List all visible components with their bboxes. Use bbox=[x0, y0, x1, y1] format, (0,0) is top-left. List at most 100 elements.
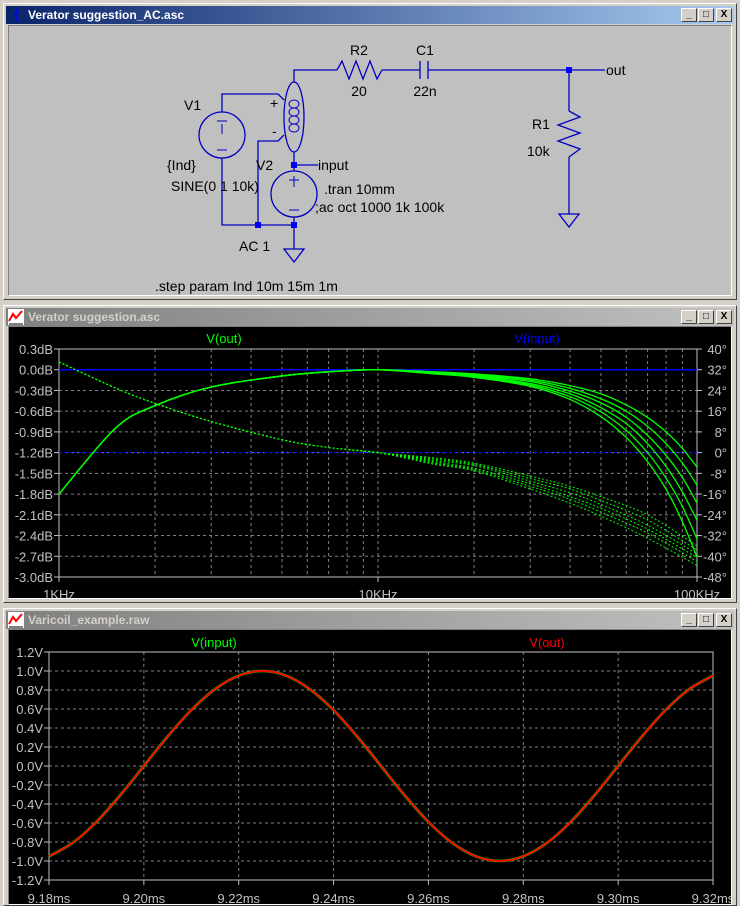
net-out-label[interactable]: out bbox=[606, 62, 626, 78]
step-directive[interactable]: .step param Ind 10m 15m 1m bbox=[155, 278, 338, 294]
x-tick-label: 9.28ms bbox=[502, 891, 545, 905]
ac-plot-pane[interactable]: V(out) V(input) 0.3dB 40° 0.0dB 32° -0.3dB 24… bbox=[8, 326, 732, 599]
legend-v-input[interactable]: V(input) bbox=[514, 331, 560, 346]
net-input-label[interactable]: input bbox=[318, 157, 348, 173]
y-tick-label: 0.0dB bbox=[19, 363, 53, 378]
schematic-title-bar[interactable]: Verator suggestion_AC.asc _ □ X bbox=[6, 6, 734, 24]
y-tick-label: -0.4V bbox=[12, 797, 43, 812]
tran-plot-pane[interactable]: V(input) V(out) 9.18ms 9.20ms 9.22ms 9.24ms… bbox=[8, 629, 732, 905]
maximize-button[interactable]: □ bbox=[698, 8, 714, 22]
waveform-app-icon bbox=[8, 309, 24, 325]
ac-directive[interactable]: ;ac oct 1000 1k 100k bbox=[315, 199, 445, 215]
v2-value[interactable]: SINE(0 1 10k) bbox=[171, 178, 259, 194]
y-tick-label: 0.4V bbox=[16, 721, 43, 736]
tran-plot-window-title: Varicoil_example.raw bbox=[28, 613, 150, 627]
v2-name[interactable]: V2 bbox=[256, 157, 273, 173]
ground-symbol bbox=[282, 248, 306, 264]
r1-resistor bbox=[556, 110, 582, 158]
x-tick-label: 9.24ms bbox=[312, 891, 355, 905]
ground-symbol bbox=[557, 213, 581, 229]
x-tick-label: 9.22ms bbox=[217, 891, 260, 905]
schematic-window-title: Verator suggestion_AC.asc bbox=[28, 8, 185, 22]
close-button[interactable]: X bbox=[716, 8, 732, 22]
v1-value[interactable]: {Ind} bbox=[167, 157, 196, 173]
r1-name[interactable]: R1 bbox=[532, 116, 550, 132]
minimize-button[interactable]: _ bbox=[681, 613, 697, 627]
y-tick-label: -1.2dB bbox=[15, 446, 53, 461]
inductor-plus: + bbox=[270, 95, 278, 111]
r2-name[interactable]: R2 bbox=[350, 42, 368, 58]
wire bbox=[257, 134, 285, 225]
x-tick-label: 1KHz bbox=[43, 587, 75, 599]
v1-name[interactable]: V1 bbox=[184, 97, 201, 113]
x-tick-label: 9.30ms bbox=[597, 891, 640, 905]
y-tick-label: 0.6V bbox=[16, 702, 43, 717]
y-tick-label: -1.5dB bbox=[15, 466, 53, 481]
y2-tick-label: -32° bbox=[703, 529, 727, 544]
legend-v-out[interactable]: V(out) bbox=[206, 331, 241, 346]
transient-chart: V(input) V(out) 9.18ms 9.20ms 9.22ms 9.24ms… bbox=[12, 635, 732, 905]
y-tick-label: 0.0V bbox=[16, 759, 43, 774]
c1-value[interactable]: 22n bbox=[413, 83, 436, 99]
legend-v-input[interactable]: V(input) bbox=[191, 635, 237, 650]
inductor bbox=[283, 81, 305, 153]
junction bbox=[255, 222, 261, 228]
y-tick-label: -2.1dB bbox=[15, 508, 53, 523]
tran-directive[interactable]: .tran 10mm bbox=[324, 181, 395, 197]
schematic-canvas[interactable]: R2 20 C1 22n out R1 10k V1 + - {Ind} V2 … bbox=[8, 25, 732, 296]
ac-plot-window: Verator suggestion.asc _ □ X V(out) V(in… bbox=[3, 305, 737, 603]
y2-tick-label: -16° bbox=[703, 487, 727, 502]
schematic-app-icon bbox=[14, 8, 19, 22]
minimize-button[interactable]: _ bbox=[681, 8, 697, 22]
x-tick-label: 9.32ms bbox=[692, 891, 732, 905]
x-tick-label: 9.26ms bbox=[407, 891, 450, 905]
y2-tick-label: 24° bbox=[707, 383, 727, 398]
y2-tick-label: -48° bbox=[703, 570, 727, 585]
y-tick-label: -0.6V bbox=[12, 816, 43, 831]
close-button[interactable]: X bbox=[716, 310, 732, 324]
y-tick-label: -1.0V bbox=[12, 854, 43, 869]
x-tick-label: 9.18ms bbox=[28, 891, 71, 905]
x-tick-label: 9.20ms bbox=[123, 891, 166, 905]
y-tick-label: -3.0dB bbox=[15, 570, 53, 585]
ac-bode-chart: V(out) V(input) 0.3dB 40° 0.0dB 32° -0.3dB 24… bbox=[15, 331, 727, 599]
tran-plot-title-bar[interactable]: Varicoil_example.raw _ □ X bbox=[6, 611, 734, 629]
x-tick-label: 10KHz bbox=[358, 587, 397, 599]
y-tick-label: -0.3dB bbox=[15, 383, 53, 398]
y2-tick-label: -24° bbox=[703, 508, 727, 523]
wire bbox=[293, 69, 337, 82]
y2-tick-label: 8° bbox=[715, 425, 727, 440]
r2-value[interactable]: 20 bbox=[351, 83, 367, 99]
r1-value[interactable]: 10k bbox=[527, 143, 551, 159]
y2-tick-label: 16° bbox=[707, 404, 727, 419]
schematic-drawing: R2 20 C1 22n out R1 10k V1 + - {Ind} V2 … bbox=[155, 42, 626, 294]
r2-resistor bbox=[336, 59, 383, 81]
y-tick-label: -0.9dB bbox=[15, 425, 53, 440]
schematic-window: Verator suggestion_AC.asc _ □ X R2 20 C1… bbox=[3, 3, 737, 300]
ac-plot-window-title: Verator suggestion.asc bbox=[28, 310, 161, 324]
x-tick-label: 100KHz bbox=[674, 587, 720, 599]
close-button[interactable]: X bbox=[716, 613, 732, 627]
y2-tick-label: 40° bbox=[707, 342, 727, 357]
junction bbox=[566, 67, 572, 73]
y-tick-label: 1.2V bbox=[16, 645, 43, 660]
waveform-app-icon bbox=[8, 612, 24, 628]
y-tick-label: 0.2V bbox=[16, 740, 43, 755]
v2-ac-value[interactable]: AC 1 bbox=[239, 238, 270, 254]
y-tick-label: -2.7dB bbox=[15, 549, 53, 564]
c1-name[interactable]: C1 bbox=[416, 42, 434, 58]
minimize-button[interactable]: _ bbox=[681, 310, 697, 324]
y-tick-label: -0.2V bbox=[12, 778, 43, 793]
y-tick-label: -1.8dB bbox=[15, 487, 53, 502]
ac-plot-title-bar[interactable]: Verator suggestion.asc _ □ X bbox=[6, 308, 734, 326]
y2-tick-label: 0° bbox=[715, 446, 727, 461]
y2-tick-label: -8° bbox=[710, 466, 727, 481]
v1-source bbox=[198, 111, 246, 159]
junction bbox=[291, 222, 297, 228]
maximize-button[interactable]: □ bbox=[698, 310, 714, 324]
maximize-button[interactable]: □ bbox=[698, 613, 714, 627]
y2-tick-label: -40° bbox=[703, 549, 727, 564]
legend-v-out[interactable]: V(out) bbox=[529, 635, 564, 650]
junction bbox=[291, 162, 297, 168]
y-tick-label: -0.8V bbox=[12, 835, 43, 850]
